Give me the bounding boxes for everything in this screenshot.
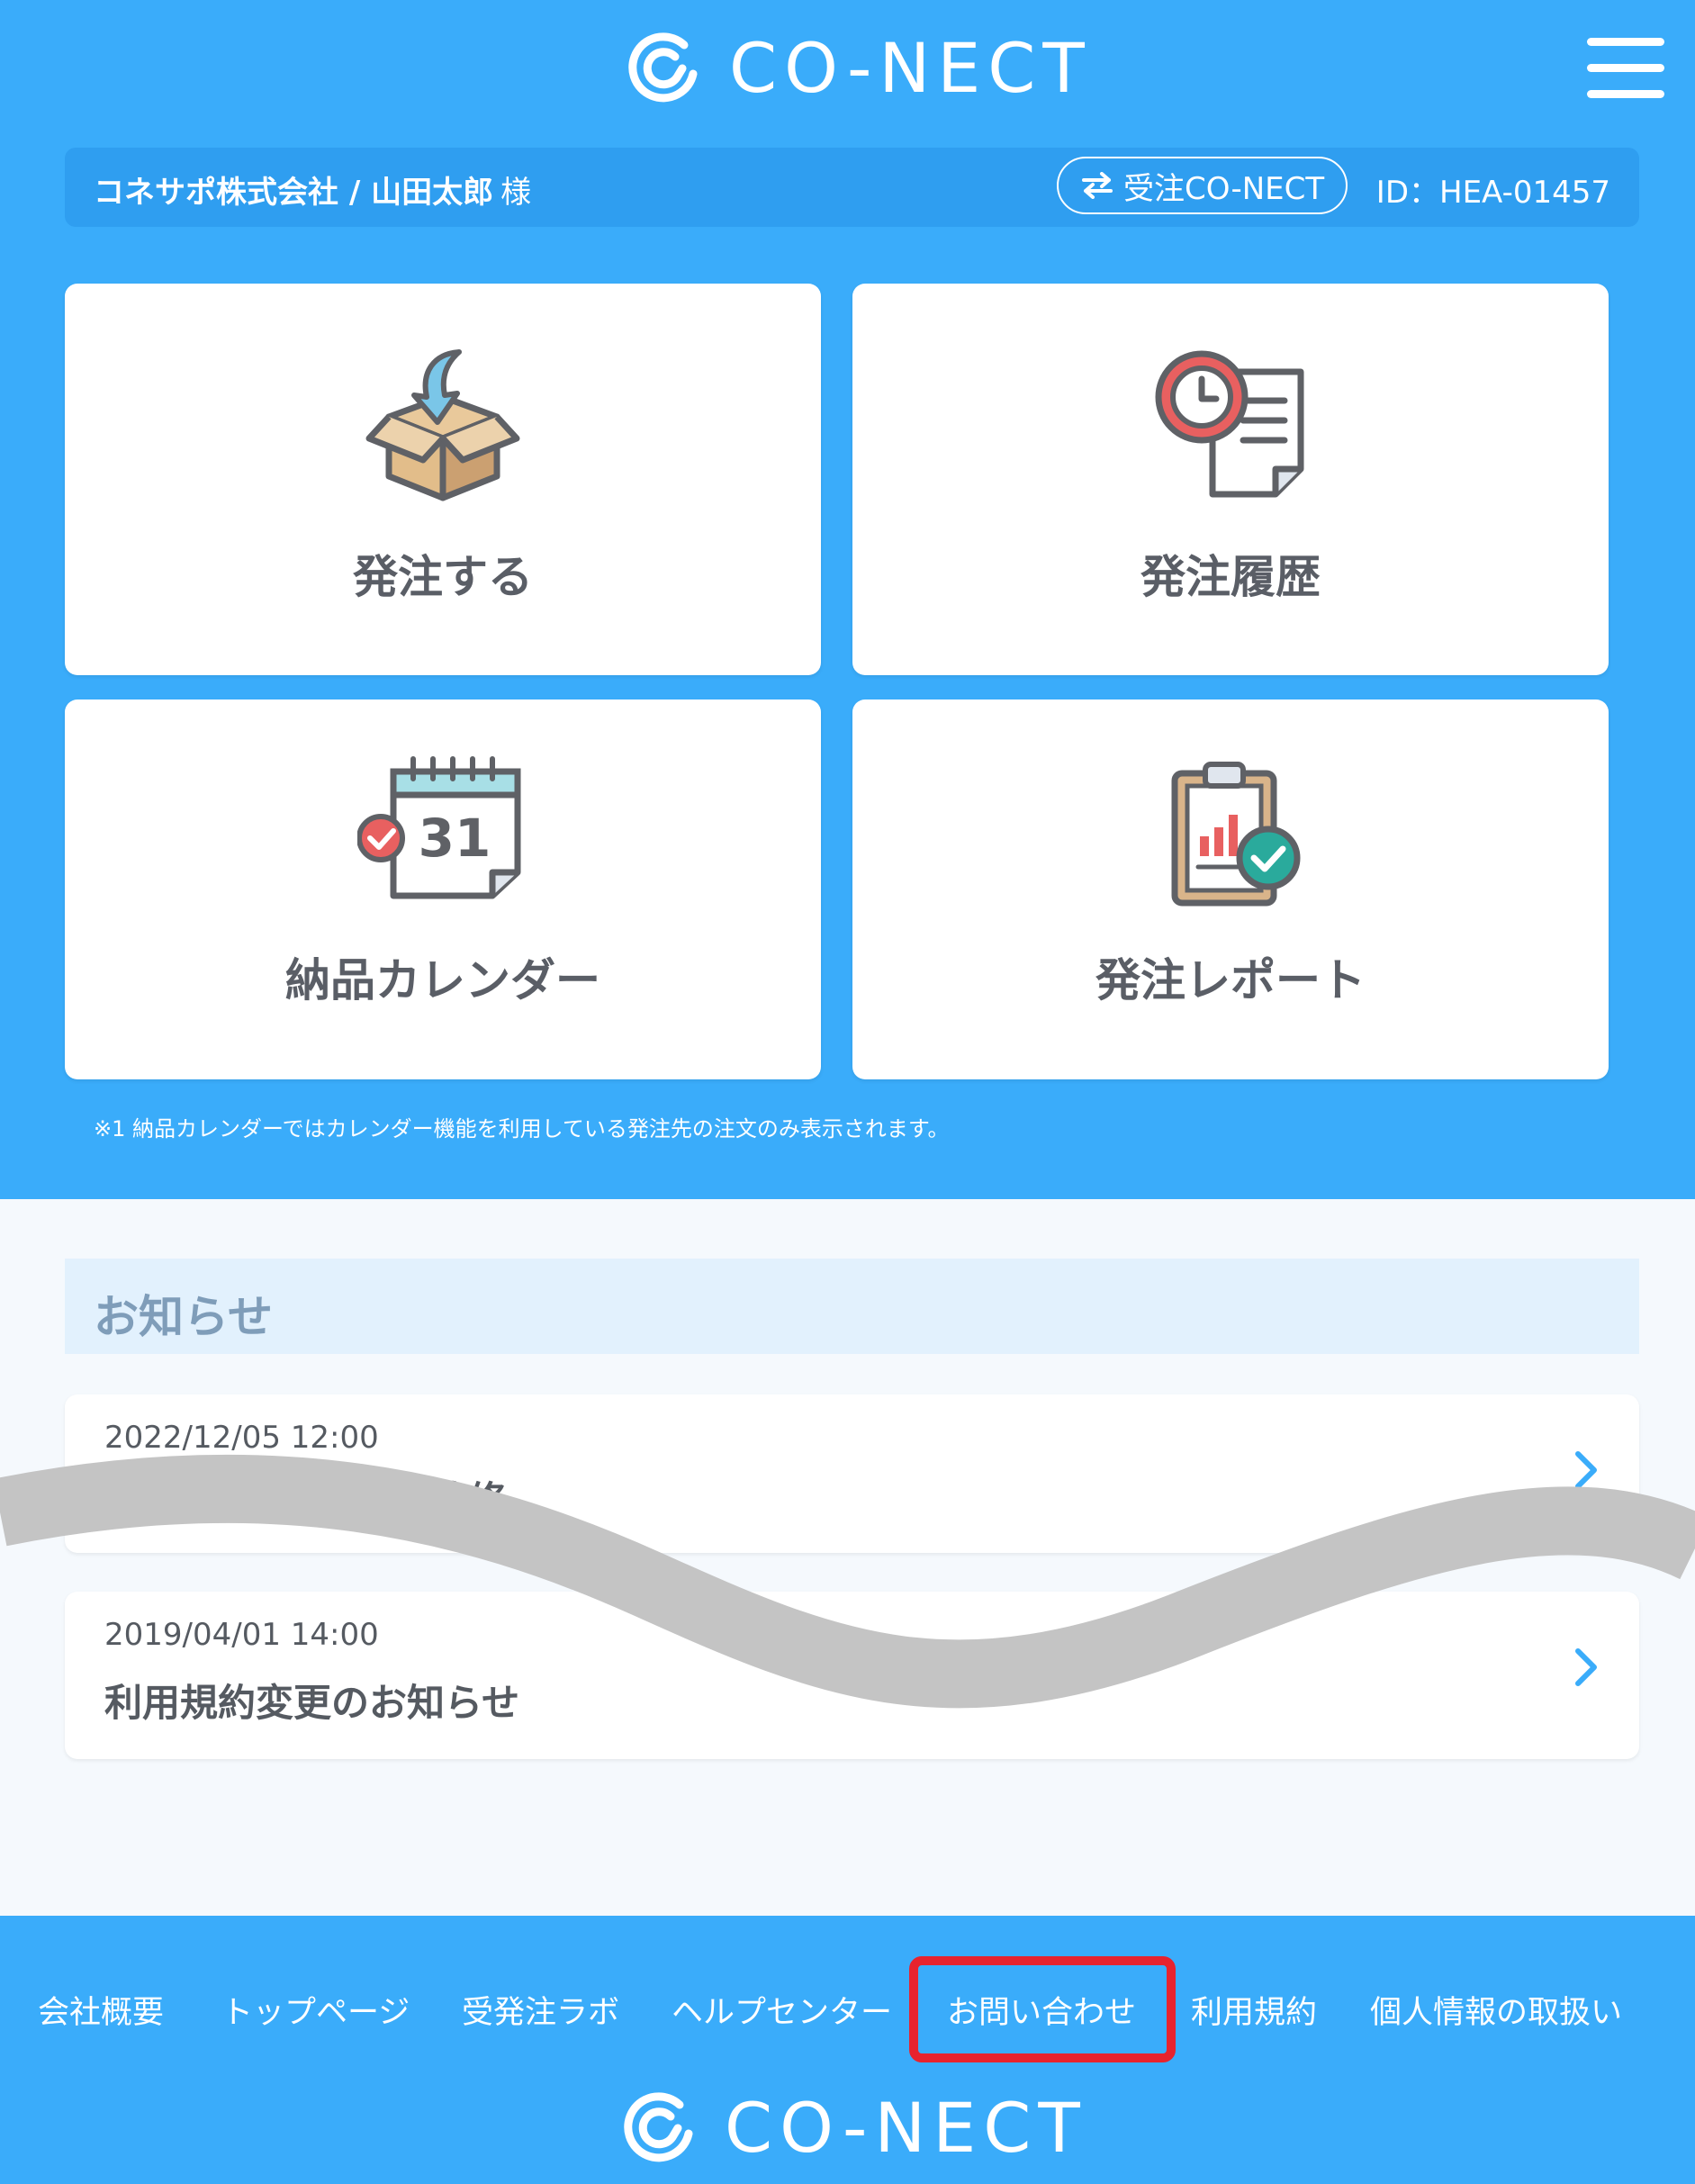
clock-document-icon <box>1155 350 1304 498</box>
user-name: コネサポ株式会社 / 山田太郎様 <box>94 167 531 212</box>
order-report-label: 発注レポート <box>1095 954 1366 1006</box>
header-logo-text: CO-NECT <box>729 28 1092 108</box>
footer-link-terms[interactable]: 利用規約 <box>1191 1987 1317 2033</box>
footer-logo[interactable]: CO-NECT <box>617 2087 1087 2170</box>
calendar-day-number: 31 <box>419 808 491 869</box>
footer-link-privacy[interactable]: 個人情報の取扱い <box>1370 1987 1622 2033</box>
swap-arrows-icon <box>1082 172 1113 199</box>
header-logo[interactable]: CO-NECT <box>621 27 1092 110</box>
news-heading-bar: お知らせ <box>65 1259 1639 1354</box>
box-download-icon <box>365 349 520 501</box>
footer-link-help-center[interactable]: ヘルプセンター <box>672 1987 892 2033</box>
delivery-calendar-card[interactable]: 31 納品カレンダー <box>65 699 821 1079</box>
top-section: CO-NECT コネサポ株式会社 / 山田太郎様 受注CO-NECT ID：HE… <box>0 0 1695 1199</box>
footer: 会社概要 トップページ 受発注ラボ ヘルプセンター お問い合わせ 利用規約 個人… <box>0 1916 1695 2184</box>
footer-logo-text: CO-NECT <box>725 2088 1087 2168</box>
hamburger-menu-icon[interactable] <box>1587 38 1664 99</box>
switch-button-label: 受注CO-NECT <box>1123 170 1325 207</box>
contact-link-highlight <box>909 1956 1176 2062</box>
conect-logo-icon <box>624 2092 693 2162</box>
order-history-label: 発注履歴 <box>1141 551 1321 603</box>
footer-link-lab[interactable]: 受発注ラボ <box>462 1987 619 2033</box>
footer-link-company[interactable]: 会社概要 <box>38 1987 164 2033</box>
place-order-card[interactable]: 発注する <box>65 284 821 675</box>
place-order-label: 発注する <box>353 551 533 603</box>
footer-link-top-page[interactable]: トップページ <box>221 1987 410 2033</box>
clipboard-report-icon <box>1171 762 1301 907</box>
order-history-card[interactable]: 発注履歴 <box>852 284 1609 675</box>
calendar-icon: 31 <box>357 756 521 899</box>
user-id: ID：HEA-01457 <box>1375 175 1610 211</box>
calendar-footnote: ※1 納品カレンダーではカレンダー機能を利用している発注先の注文のみ表示されます… <box>94 1116 950 1142</box>
order-report-card[interactable]: 発注レポート <box>852 699 1609 1079</box>
user-info-bar: コネサポ株式会社 / 山田太郎様 受注CO-NECT ID：HEA-01457 <box>65 148 1639 227</box>
delivery-calendar-label: 納品カレンダー <box>285 954 600 1006</box>
conect-logo-icon <box>628 32 698 103</box>
gray-wave-overlay <box>0 1454 1695 1709</box>
switch-to-order-receiving-button[interactable]: 受注CO-NECT <box>1057 157 1348 214</box>
user-name-text: コネサポ株式会社 / 山田太郎 <box>94 175 494 211</box>
news-heading: お知らせ <box>94 1291 273 1343</box>
user-honorific: 様 <box>500 175 532 211</box>
